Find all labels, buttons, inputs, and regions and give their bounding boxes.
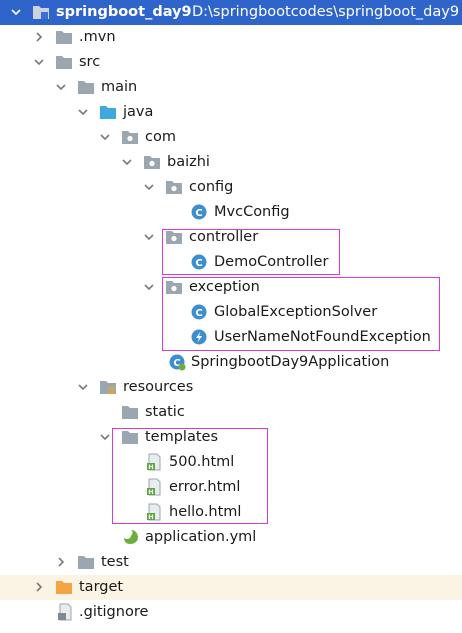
- module-folder-icon: [33, 6, 49, 19]
- tree-label: MvcConfig: [214, 204, 290, 220]
- tree-row-static[interactable]: static: [0, 400, 462, 425]
- tree-row-gitignore[interactable]: .gitignore: [0, 600, 462, 625]
- svg-text:H: H: [148, 463, 153, 471]
- folder-icon: [122, 431, 138, 444]
- folder-icon: [78, 81, 94, 94]
- class-icon: C: [191, 204, 207, 220]
- chevron-down-icon[interactable]: [99, 431, 111, 443]
- chevron-down-icon[interactable]: [33, 56, 45, 68]
- svg-text:C: C: [195, 258, 202, 269]
- tree-label: .gitignore: [79, 604, 149, 620]
- folder-icon: [56, 31, 72, 44]
- chevron-right-icon[interactable]: [33, 581, 45, 593]
- tree-row-resources[interactable]: resources: [0, 375, 462, 400]
- package-icon: [166, 231, 182, 244]
- folder-icon: [122, 406, 138, 419]
- tree-row-exception[interactable]: exception: [0, 275, 462, 300]
- class-icon: C: [191, 304, 207, 320]
- html-file-icon: H: [147, 503, 161, 521]
- tree-label: controller: [189, 229, 259, 245]
- folder-icon: [78, 556, 94, 569]
- tree-label: resources: [123, 379, 194, 395]
- chevron-right-icon[interactable]: [33, 31, 45, 43]
- tree-row-usernamenotfoundexception[interactable]: UserNameNotFoundException: [0, 325, 462, 350]
- tree-label: hello.html: [169, 504, 242, 520]
- tree-row-application-yml[interactable]: application.yml: [0, 525, 462, 550]
- tree-label: test: [101, 554, 129, 570]
- gitignore-file-icon: [58, 603, 72, 621]
- package-icon: [166, 281, 182, 294]
- svg-text:H: H: [148, 513, 153, 521]
- tree-label: application.yml: [145, 529, 257, 545]
- yml-file-icon: [124, 530, 138, 544]
- chevron-down-icon[interactable]: [143, 231, 155, 243]
- chevron-down-icon[interactable]: [143, 181, 155, 193]
- tree-row-mvn[interactable]: .mvn: [0, 25, 462, 50]
- tree-label: com: [145, 129, 176, 145]
- tree-label: UserNameNotFoundException: [214, 329, 431, 345]
- resources-folder-icon: [100, 381, 116, 394]
- tree-row-target[interactable]: target: [0, 575, 462, 600]
- chevron-down-icon[interactable]: [10, 6, 22, 18]
- tree-row-application-class[interactable]: C SpringbootDay9Application: [0, 350, 462, 375]
- chevron-down-icon[interactable]: [55, 81, 67, 93]
- tree-label: baizhi: [167, 154, 210, 170]
- tree-label: config: [189, 179, 234, 195]
- excluded-folder-icon: [56, 581, 72, 594]
- project-path: D:\springbootcodes\springboot_day9: [192, 4, 460, 20]
- chevron-down-icon[interactable]: [77, 106, 89, 118]
- tree-row-project[interactable]: springboot_day9 D:\springbootcodes\sprin…: [0, 0, 462, 25]
- html-file-icon: H: [147, 478, 161, 496]
- spring-boot-class-icon: C: [169, 354, 186, 371]
- tree-label: 500.html: [169, 454, 235, 470]
- tree-row-config[interactable]: config: [0, 175, 462, 200]
- tree-label: error.html: [169, 479, 241, 495]
- tree-label: src: [79, 54, 101, 70]
- tree-label: java: [123, 104, 154, 120]
- folder-icon: [56, 56, 72, 69]
- tree-label: target: [79, 579, 124, 595]
- tree-row-test[interactable]: test: [0, 550, 462, 575]
- svg-text:C: C: [195, 208, 202, 219]
- tree-label: exception: [189, 279, 260, 295]
- tree-row-globalexceptionsolver[interactable]: C GlobalExceptionSolver: [0, 300, 462, 325]
- tree-row-error-html[interactable]: H error.html: [0, 475, 462, 500]
- tree-label: static: [145, 404, 185, 420]
- chevron-down-icon[interactable]: [99, 131, 111, 143]
- class-icon: C: [191, 254, 207, 270]
- tree-row-src[interactable]: src: [0, 50, 462, 75]
- svg-text:C: C: [195, 308, 202, 319]
- tree-row-com[interactable]: com: [0, 125, 462, 150]
- tree-label: templates: [145, 429, 219, 445]
- chevron-down-icon[interactable]: [121, 156, 133, 168]
- tree-label: GlobalExceptionSolver: [214, 304, 378, 320]
- exception-class-icon: [191, 329, 207, 345]
- html-file-icon: H: [147, 453, 161, 471]
- tree-label: DemoController: [214, 254, 329, 270]
- tree-label: SpringbootDay9Application: [191, 354, 390, 370]
- svg-text:H: H: [148, 488, 153, 496]
- tree-row-hello-html[interactable]: H hello.html: [0, 500, 462, 525]
- tree-row-500-html[interactable]: H 500.html: [0, 450, 462, 475]
- package-icon: [166, 181, 182, 194]
- tree-row-democontroller[interactable]: C DemoController: [0, 250, 462, 275]
- tree-row-java[interactable]: java: [0, 100, 462, 125]
- chevron-right-icon[interactable]: [55, 556, 67, 568]
- package-icon: [144, 156, 160, 169]
- tree-row-main[interactable]: main: [0, 75, 462, 100]
- chevron-down-icon[interactable]: [77, 381, 89, 393]
- project-name: springboot_day9: [56, 4, 192, 20]
- tree-label: .mvn: [79, 29, 116, 45]
- tree-row-templates[interactable]: templates: [0, 425, 462, 450]
- package-icon: [122, 131, 138, 144]
- tree-row-baizhi[interactable]: baizhi: [0, 150, 462, 175]
- tree-row-mvcconfig[interactable]: C MvcConfig: [0, 200, 462, 225]
- source-folder-icon: [100, 106, 116, 119]
- chevron-down-icon[interactable]: [143, 281, 155, 293]
- tree-label: main: [101, 79, 138, 95]
- tree-row-controller[interactable]: controller: [0, 225, 462, 250]
